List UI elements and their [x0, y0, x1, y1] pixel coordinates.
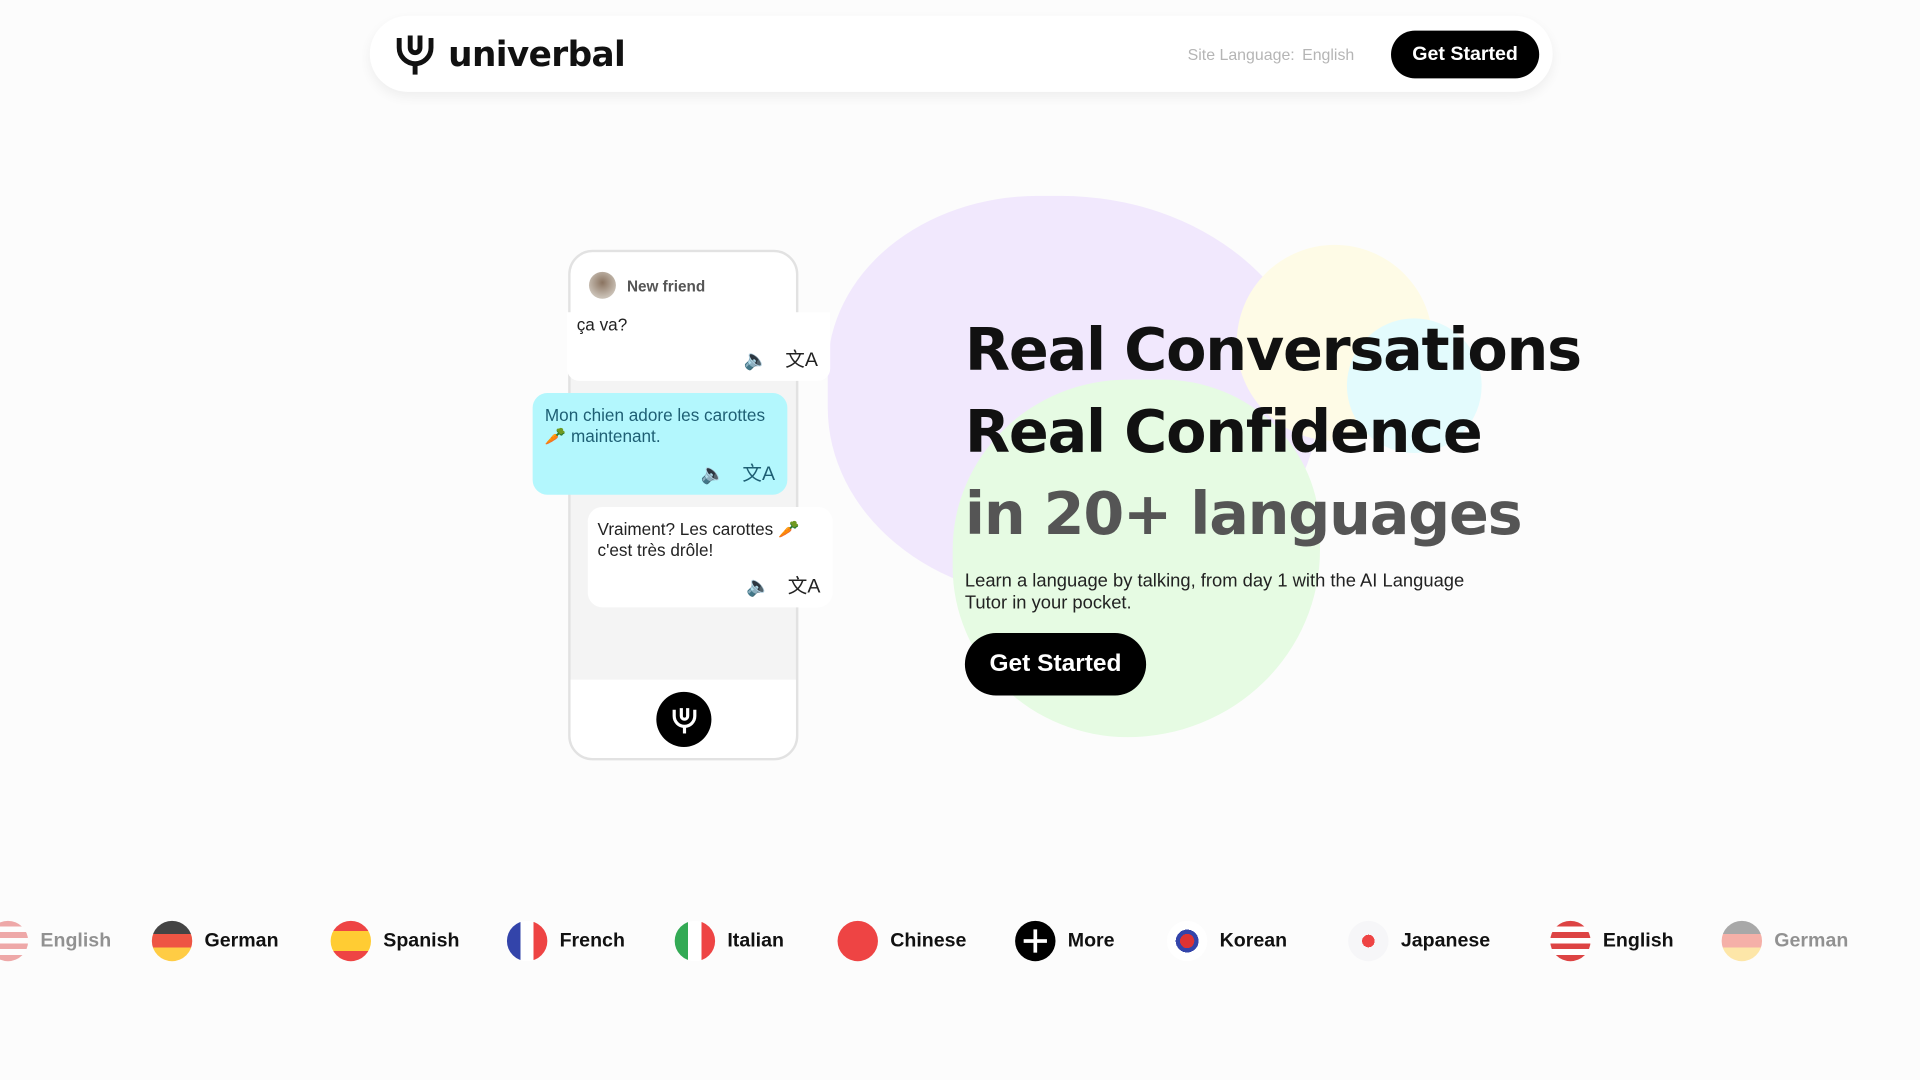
brand-name: univerbal: [448, 33, 626, 75]
language-label: English: [40, 930, 112, 951]
message-bubble: ça va? 🔈 文A: [566, 312, 831, 381]
translate-icon[interactable]: 文A: [788, 577, 821, 598]
page: univerbal Site Language: English Get Star…: [0, 0, 1920, 1080]
language-label: German: [204, 930, 279, 951]
language-item-japanese[interactable]: Japanese: [1348, 920, 1491, 962]
avatar: [588, 271, 616, 299]
flag-icon: [1550, 920, 1591, 962]
speaker-icon[interactable]: 🔈: [744, 350, 768, 371]
speaker-icon[interactable]: 🔈: [746, 577, 770, 598]
language-item-german[interactable]: German: [1721, 920, 1849, 962]
language-label: More: [1067, 930, 1115, 951]
language-label: Chinese: [890, 930, 967, 951]
flag-icon: [330, 920, 372, 962]
contact-name: New friend: [626, 277, 706, 296]
language-item-chinese[interactable]: Chinese: [837, 920, 967, 962]
chat-footer: [570, 679, 796, 758]
logo-mic-icon: [671, 707, 696, 733]
flag-icon: [1166, 920, 1208, 962]
speaker-icon[interactable]: 🔈: [701, 464, 725, 485]
get-started-nav-button[interactable]: Get Started: [1391, 30, 1540, 79]
language-label: Korean: [1219, 930, 1288, 951]
hero-line-1: Real Conversations: [964, 315, 1582, 385]
language-item-korean[interactable]: Korean: [1166, 920, 1288, 962]
language-label: German: [1774, 930, 1849, 951]
language-item-italian[interactable]: Italian: [674, 920, 784, 962]
microphone-button[interactable]: [656, 691, 712, 747]
chat-header: New friend: [570, 252, 796, 314]
language-item-english[interactable]: English: [1550, 920, 1674, 962]
language-label: English: [1602, 930, 1674, 951]
language-item-french[interactable]: French: [506, 920, 625, 962]
flag-icon: [151, 920, 193, 962]
language-label: Spanish: [383, 930, 460, 951]
logo-icon: [396, 35, 434, 75]
phone-mockup: New friend ça va? 🔈 文A Mon chien adore le…: [532, 249, 833, 761]
message-text: Mon chien adore les carottes 🥕 maintenan…: [544, 405, 766, 446]
language-label: Italian: [727, 930, 784, 951]
navbar: univerbal Site Language: English Get Star…: [369, 15, 1553, 92]
flag-icon: [1721, 920, 1763, 962]
get-started-hero-button[interactable]: Get Started: [964, 633, 1147, 696]
site-language-label: Site Language:: [1187, 45, 1295, 64]
logo[interactable]: univerbal: [394, 33, 626, 75]
message-bubble-user: Mon chien adore les carottes 🥕 maintenan…: [532, 393, 788, 495]
language-item-spanish[interactable]: Spanish: [330, 920, 460, 962]
plus-icon: [1015, 920, 1056, 962]
translate-icon[interactable]: 文A: [785, 350, 818, 371]
translate-icon[interactable]: 文A: [742, 464, 775, 485]
site-language-selector[interactable]: Site Language: English: [1180, 45, 1355, 64]
language-item-english[interactable]: English: [0, 920, 112, 962]
site-language-value: English: [1302, 45, 1355, 64]
language-item-more[interactable]: More: [1015, 920, 1115, 962]
message-text: Vraiment? Les carottes 🥕 c'est très drôl…: [597, 519, 800, 560]
flag-icon: [506, 920, 548, 962]
hero-subtitle: Learn a language by talking, from day 1 …: [964, 570, 1465, 614]
flag-icon: [837, 920, 878, 962]
flag-icon: [674, 920, 716, 962]
hero-line-2: Real Confidence: [964, 397, 1483, 467]
message-text: ça va?: [576, 314, 628, 335]
flag-icon: [0, 920, 29, 962]
flag-icon: [1348, 920, 1389, 962]
language-label: French: [559, 930, 625, 951]
language-item-german[interactable]: German: [151, 920, 279, 962]
hero-line-3: in 20+ languages: [964, 480, 1523, 549]
language-carousel: English German Spanish French Italian Chinese…: [0, 916, 1920, 970]
message-bubble: Vraiment? Les carottes 🥕 c'est très drôl…: [587, 506, 833, 608]
language-label: Japanese: [1400, 930, 1491, 951]
